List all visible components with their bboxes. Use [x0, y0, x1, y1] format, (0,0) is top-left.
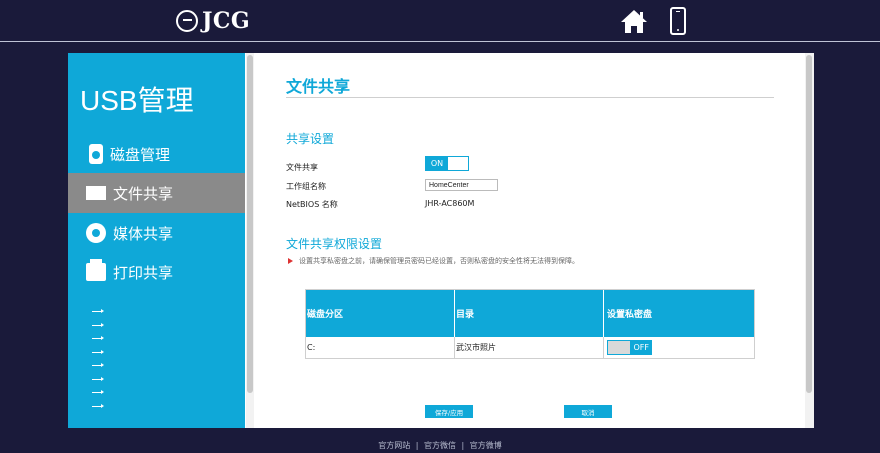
permissions-heading: 文件共享权限设置 [286, 237, 383, 251]
sidebar-item-label: 磁盘管理 [110, 145, 171, 164]
sidebar-sub-list [92, 305, 106, 413]
arrow-right-icon [92, 376, 104, 381]
footer-link-wechat[interactable]: 官方微信 [424, 441, 456, 450]
sidebar-item-label: 媒体共享 [113, 224, 174, 243]
mobile-phone-icon[interactable] [670, 7, 686, 35]
arrow-right-icon [92, 322, 104, 327]
permissions-table: 磁盘分区 目录 设置私密盘 C: 武汉市照片 OFF [305, 289, 755, 359]
cell-partition: C: [306, 337, 455, 358]
content-panel: 文件共享 共享设置 文件共享 ON 工作组名称 NetBIOS 名称 JHR-A… [254, 53, 805, 428]
arrow-right-icon [92, 309, 104, 314]
footer-link-weibo[interactable]: 官方微博 [470, 441, 502, 450]
disk-icon [89, 144, 103, 164]
file-share-toggle[interactable]: ON [425, 156, 469, 171]
home-icon[interactable] [620, 8, 648, 34]
cancel-button[interactable]: 取消 [564, 405, 612, 418]
warning-arrow-icon [288, 258, 293, 264]
sidebar-item-label: 文件共享 [113, 184, 174, 203]
brand-name: JCG [202, 8, 251, 34]
sidebar-sub-item[interactable] [92, 373, 106, 387]
sidebar-sub-item[interactable] [92, 386, 106, 400]
file-share-label: 文件共享 [286, 163, 318, 172]
content-scrollbar[interactable] [805, 53, 814, 428]
arrow-right-icon [92, 403, 104, 408]
table-header: 磁盘分区 目录 设置私密盘 [306, 290, 754, 337]
title-divider [286, 97, 774, 98]
cell-private: OFF [604, 337, 754, 358]
sidebar-sub-item[interactable] [92, 346, 106, 360]
netbios-label: NetBIOS 名称 [286, 200, 338, 209]
arrow-right-icon [92, 336, 104, 341]
permissions-warning: 设置共享私密盘之前，请确保管理员密码已经设置，否则私密盘的安全性将无法得到保障。 [288, 256, 579, 266]
toggle-state: OFF [633, 343, 650, 352]
scrollbar-thumb[interactable] [247, 55, 253, 393]
sidebar-item-print-share[interactable]: 打印共享 [68, 252, 245, 292]
logo-icon [176, 10, 198, 32]
sidebar-item-disk-management[interactable]: 磁盘管理 [68, 134, 245, 174]
workgroup-label: 工作组名称 [286, 182, 326, 191]
brand-logo[interactable]: JCG [176, 8, 250, 34]
scrollbar-thumb[interactable] [806, 55, 812, 393]
private-disk-toggle[interactable]: OFF [607, 340, 652, 355]
footer: 官方网站 | 官方微信 | 官方微博 [0, 440, 880, 451]
table-row: C: 武汉市照片 OFF [306, 337, 754, 358]
save-apply-button[interactable]: 保存/应用 [425, 405, 473, 418]
toggle-knob [608, 341, 630, 354]
sidebar: USB管理 磁盘管理 文件共享 媒体共享 打印共享 [68, 53, 245, 428]
sidebar-title: USB管理 [80, 85, 194, 116]
page-title: 文件共享 [286, 77, 351, 96]
sidebar-sub-item[interactable] [92, 305, 106, 319]
column-header-directory: 目录 [455, 290, 604, 337]
sidebar-scrollbar[interactable] [246, 53, 254, 428]
sidebar-sub-item[interactable] [92, 332, 106, 346]
sidebar-sub-item[interactable] [92, 319, 106, 333]
footer-separator: | [415, 441, 419, 450]
sidebar-item-media-share[interactable]: 媒体共享 [68, 213, 245, 253]
workgroup-input[interactable] [425, 179, 498, 191]
sidebar-item-file-share[interactable]: 文件共享 [68, 173, 245, 213]
share-settings-heading: 共享设置 [286, 132, 335, 146]
printer-icon [86, 259, 106, 281]
top-bar: JCG [0, 0, 880, 42]
arrow-right-icon [92, 363, 104, 368]
netbios-value: JHR-AC860M [425, 199, 475, 208]
file-share-icon [86, 186, 106, 200]
footer-separator: | [461, 441, 465, 450]
arrow-right-icon [92, 349, 104, 354]
column-header-partition: 磁盘分区 [306, 290, 455, 337]
footer-link-website[interactable]: 官方网站 [378, 441, 410, 450]
toggle-state: ON [426, 157, 448, 170]
media-share-icon [86, 223, 106, 243]
sidebar-sub-item[interactable] [92, 400, 106, 414]
column-header-private: 设置私密盘 [607, 310, 653, 320]
sidebar-sub-item[interactable] [92, 359, 106, 373]
sidebar-item-label: 打印共享 [113, 263, 174, 282]
cell-directory: 武汉市照片 [455, 337, 604, 358]
arrow-right-icon [92, 390, 104, 395]
